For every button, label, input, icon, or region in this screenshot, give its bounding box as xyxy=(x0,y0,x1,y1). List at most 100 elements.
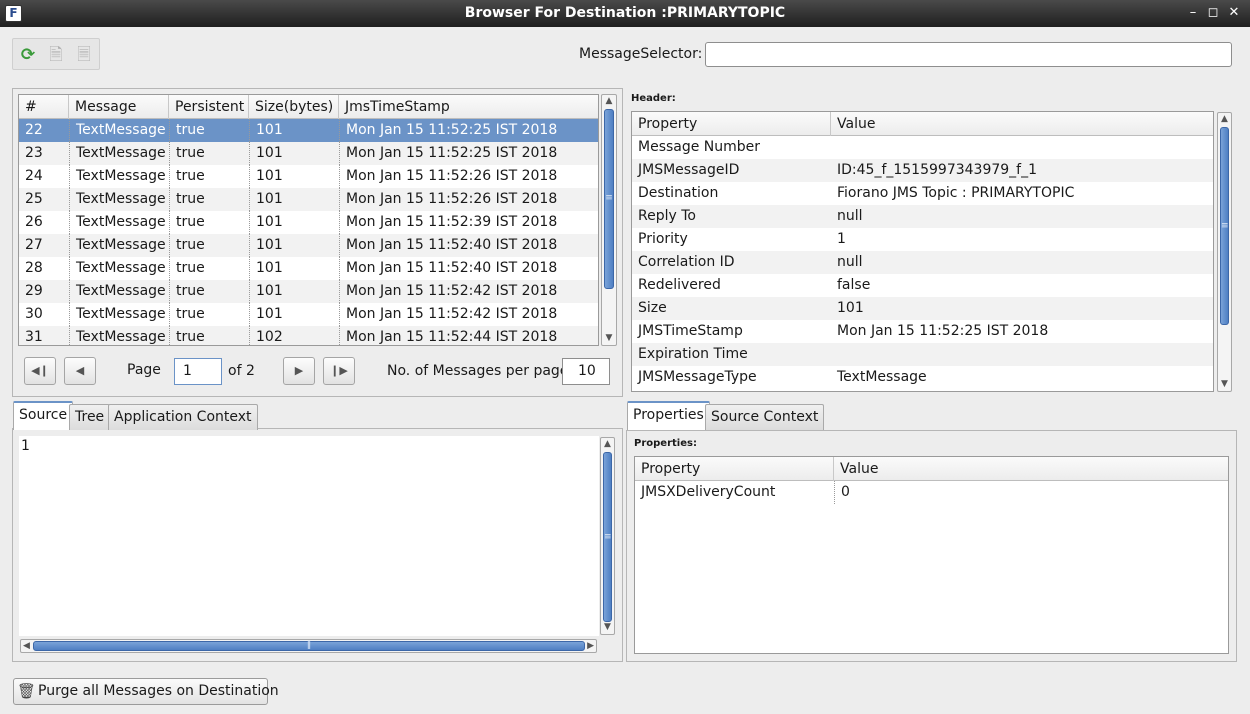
source-text-area[interactable]: 1 xyxy=(19,436,599,636)
scroll-down-icon[interactable]: ▼ xyxy=(1218,378,1231,391)
table-row[interactable]: Size 101 xyxy=(632,297,1213,320)
messages-per-page-input[interactable]: 10 xyxy=(562,358,610,385)
scroll-up-icon[interactable]: ▲ xyxy=(602,95,616,108)
header-section-label: Header: xyxy=(631,93,676,104)
scroll-down-icon[interactable]: ▼ xyxy=(601,621,614,634)
size-cell: 101 xyxy=(249,257,283,280)
column-header-message[interactable]: Message xyxy=(69,95,169,119)
message-type-cell: TextMessage xyxy=(69,165,166,188)
tab-source-context[interactable]: Source Context xyxy=(705,404,825,430)
timestamp-cell: Mon Jan 15 11:52:25 IST 2018 xyxy=(339,142,557,165)
minimize-icon[interactable]: – xyxy=(1184,4,1202,22)
table-row[interactable]: 24 TextMessage true 101 Mon Jan 15 11:52:26 … xyxy=(19,165,598,188)
header-scroll-thumb[interactable]: ≡ xyxy=(1220,127,1229,325)
properties-table: Property Value JMSXDeliveryCount 0 xyxy=(634,456,1229,654)
toolbar: ⟳ 🗎 🗏 xyxy=(12,38,100,70)
table-row[interactable]: Reply To null xyxy=(632,205,1213,228)
messages-table-body: 22 TextMessage true 101 Mon Jan 15 11:52:25 … xyxy=(19,119,598,345)
first-page-button[interactable]: ◀❙ xyxy=(24,357,56,385)
messages-table-header: # Message Persistent Size(bytes) JmsTime… xyxy=(19,95,598,119)
last-page-button[interactable]: ❙▶ xyxy=(323,357,355,385)
table-row[interactable]: 25 TextMessage true 101 Mon Jan 15 11:52:26 … xyxy=(19,188,598,211)
forward-message-icon[interactable]: 🗏 xyxy=(73,44,95,66)
column-header-timestamp[interactable]: JmsTimeStamp xyxy=(339,95,598,119)
page-label: Page xyxy=(127,362,161,378)
message-selector-label: MessageSelector: xyxy=(579,46,703,62)
table-row[interactable]: Message Number xyxy=(632,136,1213,159)
header-value-cell: ID:45_f_1515997343979_f_1 xyxy=(837,162,1037,178)
source-horizontal-scrollbar[interactable]: ◀ ‖ ▶ xyxy=(20,639,597,653)
table-row[interactable]: Destination Fiorano JMS Topic : PRIMARYTO… xyxy=(632,182,1213,205)
table-row[interactable]: Redelivered false xyxy=(632,274,1213,297)
table-row[interactable]: 29 TextMessage true 101 Mon Jan 15 11:52:42 … xyxy=(19,280,598,303)
header-property-cell: Size xyxy=(638,300,667,316)
table-row[interactable]: 22 TextMessage true 101 Mon Jan 15 11:52:25 … xyxy=(19,119,598,142)
timestamp-cell: Mon Jan 15 11:52:44 IST 2018 xyxy=(339,326,557,345)
header-property-cell: Destination xyxy=(638,185,719,201)
purge-icon: 🗑 xyxy=(17,682,37,700)
scroll-right-icon[interactable]: ▶ xyxy=(587,640,594,652)
column-header-number[interactable]: # xyxy=(19,95,69,119)
source-horizontal-thumb[interactable]: ‖ xyxy=(33,640,585,651)
header-vertical-scrollbar[interactable]: ▲ ≡ ▼ xyxy=(1217,112,1232,392)
table-row[interactable]: JMSMessageID ID:45_f_1515997343979_f_1 xyxy=(632,159,1213,182)
save-message-icon[interactable]: 🗎 xyxy=(45,44,67,66)
purge-messages-button[interactable]: 🗑 Purge all Messages on Destination xyxy=(13,678,279,705)
message-number-cell: 24 xyxy=(25,168,43,184)
message-type-cell: TextMessage xyxy=(69,142,166,165)
persistent-cell: true xyxy=(169,188,205,211)
header-value-cell: Mon Jan 15 11:52:25 IST 2018 xyxy=(837,323,1049,339)
tab-tree[interactable]: Tree xyxy=(69,404,111,430)
scroll-left-icon[interactable]: ◀ xyxy=(23,640,30,652)
messages-scroll-thumb[interactable]: ≡ xyxy=(604,109,614,289)
table-row[interactable]: Expiration Time xyxy=(632,343,1213,366)
message-number-cell: 25 xyxy=(25,191,43,207)
table-row[interactable]: JMSMessageType TextMessage xyxy=(632,366,1213,389)
header-column-value[interactable]: Value xyxy=(831,112,1213,136)
close-icon[interactable]: ✕ xyxy=(1225,4,1243,22)
scroll-up-icon[interactable]: ▲ xyxy=(1218,113,1231,126)
source-scroll-thumb[interactable]: ≡ xyxy=(603,452,612,622)
source-vertical-scrollbar[interactable]: ▲ ≡ ▼ xyxy=(600,437,615,635)
table-row[interactable]: 28 TextMessage true 101 Mon Jan 15 11:52:40 … xyxy=(19,257,598,280)
scroll-down-icon[interactable]: ▼ xyxy=(602,332,616,345)
message-type-cell: TextMessage xyxy=(69,280,166,303)
tab-properties[interactable]: Properties xyxy=(627,401,710,430)
persistent-cell: true xyxy=(169,280,205,303)
header-property-cell: JMSTimeStamp xyxy=(638,323,743,339)
scroll-up-icon[interactable]: ▲ xyxy=(601,438,614,451)
table-row[interactable]: 31 TextMessage true 102 Mon Jan 15 11:52:44 … xyxy=(19,326,598,345)
table-row[interactable]: 23 TextMessage true 101 Mon Jan 15 11:52:25 … xyxy=(19,142,598,165)
properties-column-property[interactable]: Property xyxy=(635,457,834,481)
tab-source[interactable]: Source xyxy=(13,401,74,430)
tab-application-context[interactable]: Application Context xyxy=(108,404,258,430)
message-selector-input[interactable] xyxy=(705,42,1232,67)
previous-page-button[interactable]: ◀ xyxy=(64,357,96,385)
purge-button-label: Purge all Messages on Destination xyxy=(38,683,279,699)
properties-column-value[interactable]: Value xyxy=(834,457,1228,481)
maximize-icon[interactable]: ◻ xyxy=(1204,4,1222,22)
column-header-size[interactable]: Size(bytes) xyxy=(249,95,339,119)
header-property-cell: JMSMessageID xyxy=(638,162,740,178)
header-value-cell: 1 xyxy=(837,231,846,247)
refresh-icon[interactable]: ⟳ xyxy=(17,44,39,66)
message-type-cell: TextMessage xyxy=(69,119,166,142)
table-row[interactable]: 27 TextMessage true 101 Mon Jan 15 11:52:40 … xyxy=(19,234,598,257)
next-page-button[interactable]: ▶ xyxy=(283,357,315,385)
column-header-persistent[interactable]: Persistent xyxy=(169,95,249,119)
header-value-cell xyxy=(831,136,837,159)
table-row[interactable]: 26 TextMessage true 101 Mon Jan 15 11:52:39 … xyxy=(19,211,598,234)
message-number-cell: 22 xyxy=(25,122,43,138)
table-row[interactable]: Priority 1 xyxy=(632,228,1213,251)
message-number-cell: 28 xyxy=(25,260,43,276)
timestamp-cell: Mon Jan 15 11:52:26 IST 2018 xyxy=(339,188,557,211)
header-column-property[interactable]: Property xyxy=(632,112,831,136)
messages-vertical-scrollbar[interactable]: ▲ ≡ ▼ xyxy=(601,94,617,346)
table-row[interactable]: JMSTimeStamp Mon Jan 15 11:52:25 IST 2018 xyxy=(632,320,1213,343)
table-row[interactable]: 30 TextMessage true 101 Mon Jan 15 11:52:42 … xyxy=(19,303,598,326)
properties-section-label: Properties: xyxy=(634,438,697,449)
table-row[interactable]: Correlation ID null xyxy=(632,251,1213,274)
header-value-cell: null xyxy=(837,254,863,270)
page-number-input[interactable]: 1 xyxy=(174,358,222,385)
table-row[interactable]: JMSXDeliveryCount 0 xyxy=(635,481,1228,504)
